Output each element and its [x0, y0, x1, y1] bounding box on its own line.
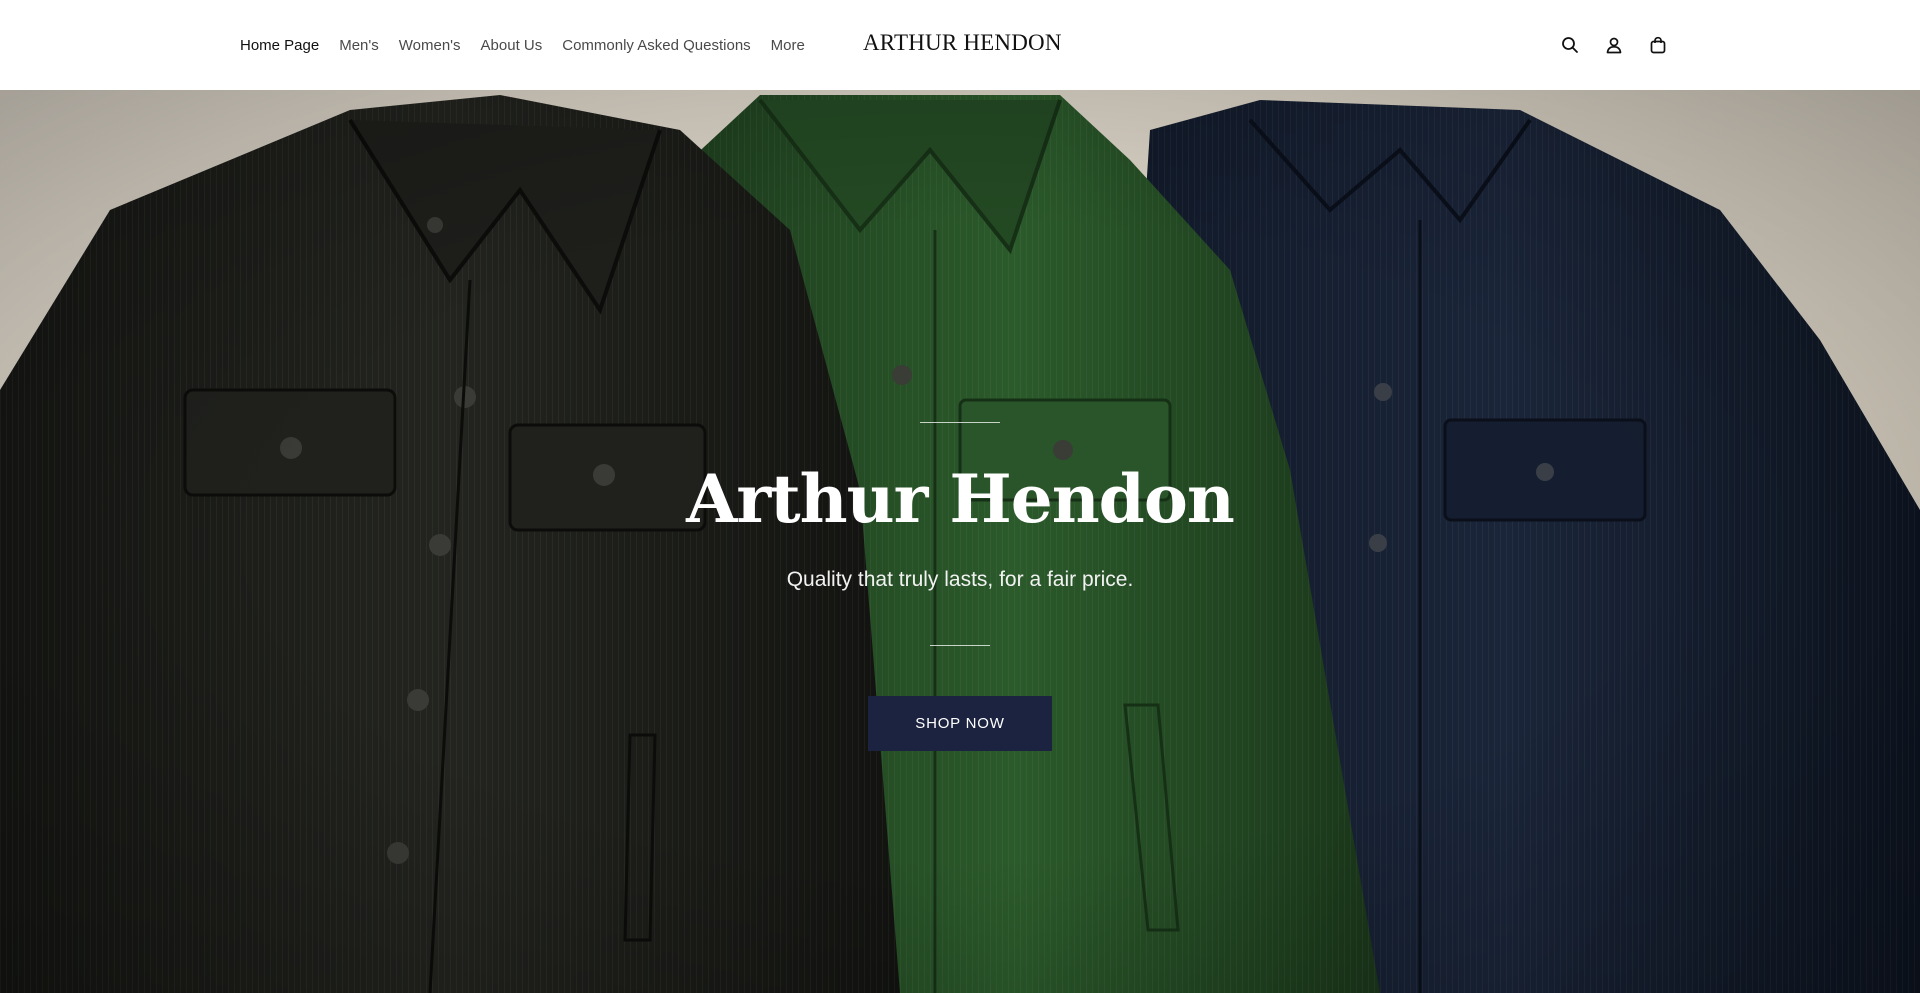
- nav-about-us[interactable]: About Us: [481, 37, 543, 54]
- hero-divider-top: [920, 422, 1000, 423]
- account-icon[interactable]: [1602, 33, 1626, 57]
- nav-home-page[interactable]: Home Page: [240, 37, 319, 54]
- site-logo[interactable]: ARTHUR HENDON: [863, 30, 1061, 56]
- nav-faq[interactable]: Commonly Asked Questions: [562, 37, 750, 54]
- nav-womens[interactable]: Women's: [399, 37, 461, 54]
- nav-mens[interactable]: Men's: [339, 37, 379, 54]
- cart-icon[interactable]: [1646, 33, 1670, 57]
- hero-title: Arthur Hendon: [686, 460, 1235, 538]
- nav-more[interactable]: More: [771, 37, 805, 54]
- hero-subtitle: Quality that truly lasts, for a fair pri…: [786, 568, 1134, 591]
- main-nav: Home Page Men's Women's About Us Commonl…: [240, 0, 805, 90]
- header-icons: [1558, 33, 1670, 57]
- hero-banner: Arthur Hendon Quality that truly lasts, …: [0, 90, 1920, 993]
- hero-content: Arthur Hendon Quality that truly lasts, …: [0, 90, 1920, 993]
- hero-divider-bottom: [930, 645, 990, 646]
- shop-now-button[interactable]: SHOP NOW: [868, 696, 1052, 751]
- search-icon[interactable]: [1558, 33, 1582, 57]
- site-header: Home Page Men's Women's About Us Commonl…: [0, 0, 1920, 90]
